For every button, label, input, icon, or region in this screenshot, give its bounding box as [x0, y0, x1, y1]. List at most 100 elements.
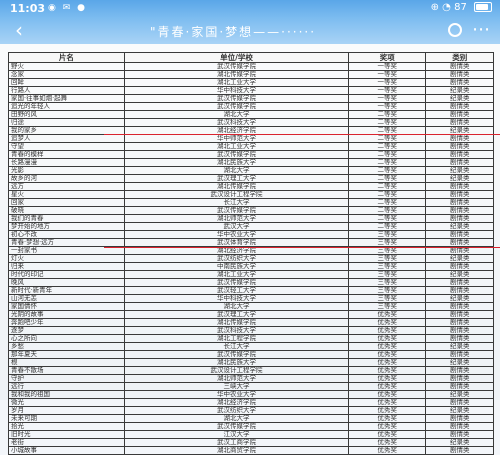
cell-award: 一等奖	[348, 94, 427, 103]
document-view[interactable]: 片名 单位/学校 奖项 类别 野火 武汉传媒学院 一等奖 剧情类 念家 湖北传媒学院 一等奖…	[0, 44, 500, 455]
cell-category: 剧情类	[425, 422, 494, 431]
cell-award: 一等奖	[348, 62, 427, 71]
cell-title: 念家	[8, 70, 125, 79]
notification-icons: ◉ ✉ ●	[48, 3, 87, 13]
table-row: 灯火 武汉纺织大学 三等奖 纪录类	[8, 254, 494, 263]
cell-unit: 三峡大学	[123, 382, 350, 391]
cell-title: 旧时光	[8, 430, 125, 439]
cell-unit: 武汉大学	[123, 222, 350, 231]
back-arrow-icon[interactable]: ‹	[8, 18, 30, 44]
cell-award: 优秀奖	[348, 430, 427, 439]
cell-title: 追光的年轻人	[8, 102, 125, 111]
cell-category: 纪录类	[425, 390, 494, 399]
cell-title: 行路人	[8, 86, 125, 95]
cell-title: 灯火	[8, 254, 125, 263]
cell-category: 剧情类	[425, 382, 494, 391]
cell-award: 三等奖	[348, 270, 427, 279]
cell-title: 青春·梦想·远方	[8, 238, 125, 247]
cell-title: 远行	[8, 382, 125, 391]
cell-title: 逐梦	[8, 326, 125, 335]
cell-title: 守护	[8, 374, 125, 383]
cell-award: 优秀奖	[348, 326, 427, 335]
table-row: 念家 湖北传媒学院 一等奖 剧情类	[8, 70, 494, 79]
cell-award: 二等奖	[348, 198, 427, 207]
table-row: 破晓 武汉传媒学院 二等奖 剧情类	[8, 206, 494, 215]
cell-unit: 武汉传媒学院	[123, 62, 350, 71]
cell-unit: 湖北工程学院	[123, 334, 350, 343]
cell-title: 青春的模样	[8, 150, 125, 159]
cell-unit: 中南民族大学	[123, 262, 350, 271]
cell-category: 纪录类	[425, 166, 494, 175]
annotation-line	[104, 134, 500, 135]
table-row: 青春不散场 武汉设计工程学院 优秀奖 剧情类	[8, 366, 494, 375]
cell-title: 回眸	[8, 78, 125, 87]
cell-title: 故乡的河	[8, 174, 125, 183]
cell-award: 优秀奖	[348, 406, 427, 415]
cell-award: 二等奖	[348, 158, 427, 167]
table-row: 家国情怀 湖北大学 三等奖 剧情类	[8, 302, 494, 311]
table-row: 远方 湖北传媒学院 二等奖 剧情类	[8, 182, 494, 191]
cell-award: 优秀奖	[348, 334, 427, 343]
cell-award: 三等奖	[348, 302, 427, 311]
cell-title: 山河无恙	[8, 294, 125, 303]
cell-category: 剧情类	[425, 142, 494, 151]
cell-award: 优秀奖	[348, 310, 427, 319]
table-row: 乡愁 长江大学 优秀奖 纪录类	[8, 342, 494, 351]
cell-category: 剧情类	[425, 334, 494, 343]
status-right-indicators: ⊕ ◔ 87	[431, 2, 492, 13]
cell-unit: 武汉设计工程学院	[123, 366, 350, 375]
cell-unit: 长江大学	[123, 198, 350, 207]
table-row: 追光的年轻人 武汉传媒学院 一等奖 剧情类	[8, 102, 494, 111]
cell-unit: 华中科技大学	[123, 86, 350, 95]
cell-title: 初心不改	[8, 230, 125, 239]
cell-award: 三等奖	[348, 286, 427, 295]
table-row: 那年夏天 武汉传媒学院 优秀奖 剧情类	[8, 350, 494, 359]
table-row: 光影 湖北大学 二等奖 纪录类	[8, 166, 494, 175]
cell-award: 三等奖	[348, 294, 427, 303]
header-title: 片名	[8, 52, 125, 63]
cell-title: 那年夏天	[8, 350, 125, 359]
cell-category: 剧情类	[425, 326, 494, 335]
cell-award: 二等奖	[348, 150, 427, 159]
awards-table: 片名 单位/学校 奖项 类别 野火 武汉传媒学院 一等奖 剧情类 念家 湖北传媒学院 一等奖…	[8, 52, 494, 455]
cell-unit: 武汉传媒学院	[123, 350, 350, 359]
cell-category: 剧情类	[425, 238, 494, 247]
table-row: 晚风 武汉传媒学院 三等奖 剧情类	[8, 278, 494, 287]
cell-unit: 武汉纺织大学	[123, 254, 350, 263]
cell-award: 三等奖	[348, 278, 427, 287]
cell-title: 新时代·新青年	[8, 286, 125, 295]
status-bar: 11:03 ◉ ✉ ● ⊕ ◔ 87	[0, 0, 500, 18]
cell-unit: 武汉工商学院	[123, 438, 350, 447]
cell-category: 剧情类	[425, 78, 494, 87]
cell-award: 二等奖	[348, 142, 427, 151]
cell-unit: 武汉设计工程学院	[123, 190, 350, 199]
cell-title: 家国情怀	[8, 302, 125, 311]
cell-category: 剧情类	[425, 198, 494, 207]
cell-category: 剧情类	[425, 350, 494, 359]
cell-title: 老街	[8, 438, 125, 447]
table-row: 岁月 武汉纺织大学 优秀奖 纪录类	[8, 406, 494, 415]
cell-category: 剧情类	[425, 286, 494, 295]
table-row: 回家 长江大学 二等奖 剧情类	[8, 198, 494, 207]
cell-category: 剧情类	[425, 182, 494, 191]
cell-unit: 湖北民族大学	[123, 358, 350, 367]
cell-unit: 湖北工业大学	[123, 270, 350, 279]
cell-unit: 湖北工业大学	[123, 78, 350, 87]
table-row: 星火 武汉设计工程学院 二等奖 剧情类	[8, 190, 494, 199]
cell-unit: 华中农业大学	[123, 390, 350, 399]
cell-unit: 武汉理工大学	[123, 174, 350, 183]
cell-unit: 湖北大学	[123, 302, 350, 311]
cell-category: 剧情类	[425, 230, 494, 239]
refresh-icon[interactable]	[448, 23, 462, 37]
cell-title: 光影	[8, 166, 125, 175]
table-row: 家国·往事如烟·起舞 武汉传媒学院 一等奖 纪录类	[8, 94, 494, 103]
cell-title: 时代的印记	[8, 270, 125, 279]
more-icon[interactable]: ⋯	[472, 18, 490, 42]
table-row: 守护 湖北师范大学 优秀奖 剧情类	[8, 374, 494, 383]
cell-category: 剧情类	[425, 158, 494, 167]
cell-unit: 武汉理工大学	[123, 310, 350, 319]
cell-category: 剧情类	[425, 366, 494, 375]
cell-category: 剧情类	[425, 310, 494, 319]
status-right-text: ⊕ ◔ 87	[430, 2, 467, 13]
cell-title: 小城故事	[8, 446, 125, 455]
